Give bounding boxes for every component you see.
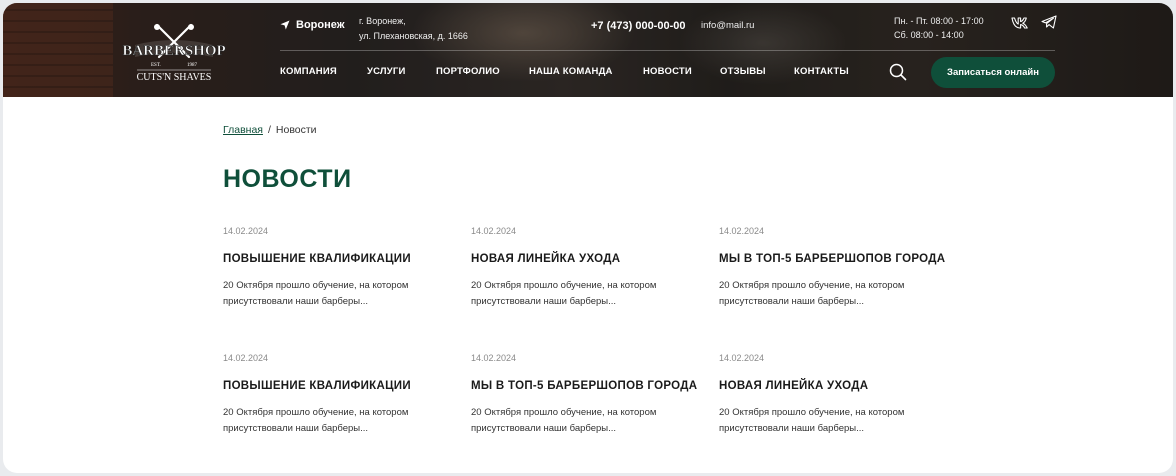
- breadcrumb-current: Новости: [275, 124, 317, 136]
- news-card[interactable]: 14.02.2024 МЫ В ТОП-5 БАРБЕРШОПОВ ГОРОДА…: [719, 226, 959, 310]
- header: BARBERSHOP EST. 1987 CUTS'N SHAVES Ворон…: [3, 3, 1173, 97]
- barber-logo-icon: BARBERSHOP EST. 1987 CUTS'N SHAVES: [122, 23, 226, 83]
- page-title: НОВОСТИ: [223, 165, 352, 193]
- news-date: 14.02.2024: [719, 226, 765, 236]
- svg-text:1987: 1987: [187, 63, 198, 68]
- breadcrumb-home-link[interactable]: Главная: [223, 124, 263, 136]
- social-links: [1011, 15, 1059, 31]
- news-card[interactable]: 14.02.2024 ПОВЫШЕНИЕ КВАЛИФИКАЦИИ 20 Окт…: [223, 226, 463, 310]
- news-excerpt: 20 Октября прошло обучение, на котором п…: [223, 280, 409, 307]
- news-title[interactable]: ПОВЫШЕНИЕ КВАЛИФИКАЦИИ: [223, 253, 463, 265]
- news-card[interactable]: 14.02.2024 ПОВЫШЕНИЕ КВАЛИФИКАЦИИ 20 Окт…: [223, 353, 463, 437]
- news-card[interactable]: 14.02.2024 НОВАЯ ЛИНЕЙКА УХОДА 20 Октябр…: [471, 226, 711, 310]
- nav-item-reviews[interactable]: ОТЗЫВЫ: [720, 66, 794, 77]
- news-card[interactable]: 14.02.2024 НОВАЯ ЛИНЕЙКА УХОДА 20 Октябр…: [719, 353, 959, 437]
- news-title[interactable]: НОВАЯ ЛИНЕЙКА УХОДА: [719, 380, 959, 392]
- phone-link[interactable]: +7 (473) 000-00-00: [591, 20, 685, 32]
- news-excerpt: 20 Октября прошло обучение, на котором п…: [471, 407, 657, 434]
- news-excerpt: 20 Октября прошло обучение, на котором п…: [223, 407, 409, 434]
- nav-item-portfolio[interactable]: ПОРТФОЛИО: [436, 66, 529, 77]
- address: г. Воронеж, ул. Плехановская, д. 1666: [359, 16, 468, 41]
- news-title[interactable]: НОВАЯ ЛИНЕЙКА УХОДА: [471, 253, 711, 265]
- svg-text:CUTS'N SHAVES: CUTS'N SHAVES: [137, 72, 212, 83]
- news-date: 14.02.2024: [719, 353, 765, 363]
- location-arrow-icon: [280, 20, 290, 30]
- news-card[interactable]: 14.02.2024 МЫ В ТОП-5 БАРБЕРШОПОВ ГОРОДА…: [471, 353, 711, 437]
- news-date: 14.02.2024: [471, 226, 517, 236]
- nav-item-contacts[interactable]: КОНТАКТЫ: [794, 66, 874, 77]
- news-date: 14.02.2024: [223, 226, 269, 236]
- breadcrumb: Главная / Новости: [223, 124, 317, 136]
- news-title[interactable]: МЫ В ТОП-5 БАРБЕРШОПОВ ГОРОДА: [719, 253, 959, 265]
- breadcrumb-separator: /: [267, 124, 271, 136]
- news-excerpt: 20 Октября прошло обучение, на котором п…: [719, 280, 905, 307]
- city-selector[interactable]: Воронеж: [280, 19, 345, 31]
- nav-item-company[interactable]: КОМПАНИЯ: [280, 66, 367, 77]
- logo[interactable]: BARBERSHOP EST. 1987 CUTS'N SHAVES: [121, 23, 227, 85]
- city-name: Воронеж: [296, 19, 345, 31]
- nav-item-news[interactable]: НОВОСТИ: [643, 66, 720, 77]
- news-title[interactable]: МЫ В ТОП-5 БАРБЕРШОПОВ ГОРОДА: [471, 380, 711, 392]
- nav-item-team[interactable]: НАША КОМАНДА: [529, 66, 643, 77]
- page-frame: BARBERSHOP EST. 1987 CUTS'N SHAVES Ворон…: [3, 3, 1173, 473]
- news-date: 14.02.2024: [223, 353, 269, 363]
- email-link[interactable]: info@mail.ru: [701, 20, 754, 31]
- news-date: 14.02.2024: [471, 353, 517, 363]
- header-divider: [280, 50, 1055, 51]
- svg-text:BARBERSHOP: BARBERSHOP: [122, 43, 225, 59]
- news-excerpt: 20 Октября прошло обучение, на котором п…: [471, 280, 657, 307]
- svg-text:EST.: EST.: [151, 63, 161, 68]
- main-nav: КОМПАНИЯ УСЛУГИ ПОРТФОЛИО НАША КОМАНДА Н…: [280, 66, 874, 77]
- news-title[interactable]: ПОВЫШЕНИЕ КВАЛИФИКАЦИИ: [223, 380, 463, 392]
- book-online-button[interactable]: Записаться онлайн: [931, 57, 1055, 88]
- vk-icon[interactable]: [1011, 15, 1029, 31]
- telegram-icon[interactable]: [1041, 15, 1059, 31]
- nav-item-services[interactable]: УСЛУГИ: [367, 66, 436, 77]
- search-icon[interactable]: [889, 63, 907, 81]
- working-hours: Пн. - Пт. 08:00 - 17:00 Сб. 08:00 - 14:0…: [894, 16, 984, 40]
- news-excerpt: 20 Октября прошло обучение, на котором п…: [719, 407, 905, 434]
